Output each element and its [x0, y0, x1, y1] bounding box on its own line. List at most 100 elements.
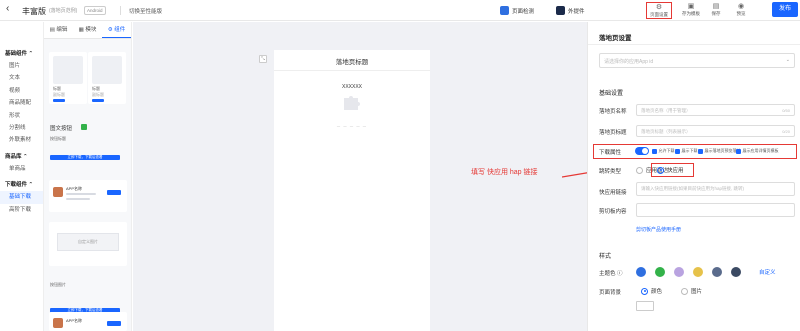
category-group-download[interactable]: 下载组件 ⌃ [0, 179, 43, 191]
custom-color-link[interactable]: 自定义 [759, 268, 776, 276]
placeholder-line [66, 193, 96, 195]
loading-placeholder: 一 一 一 一 一 [336, 125, 368, 129]
theme-color-swatch[interactable] [693, 267, 703, 277]
category-item-external[interactable]: 外联素材 [0, 134, 43, 146]
tab-component[interactable]: ⚙ 组件 [102, 22, 131, 38]
tab-module[interactable]: ▦ 模块 [73, 22, 102, 38]
tab-edit[interactable]: ▤ 编辑 [44, 22, 73, 38]
template-icon: ▣ [687, 3, 695, 10]
top-bar: ‹ 丰富版 (落地页范例) Android 切换至性能版 页面检测 外提件 ⚙ … [0, 0, 800, 21]
switch-version-link[interactable]: 切换至性能版 [129, 7, 162, 15]
title-divider [274, 70, 430, 71]
theme-color-swatch[interactable] [731, 267, 741, 277]
category-sidebar: 基础组件 ⌃ 图片 文本 视频 商品随配 形状 分割线 外联素材 商品库 ⌃ 单… [0, 22, 44, 331]
publish-button[interactable]: 发布 [772, 2, 798, 17]
app-subtitle: (落地页范例) [49, 8, 78, 14]
theme-color-swatch[interactable] [712, 267, 722, 277]
app-card-component[interactable]: APP名称 [49, 312, 127, 331]
os-tag: Android [84, 6, 106, 15]
section-subtitle: 按钮标题 [50, 136, 66, 141]
category-item-advanced-download[interactable]: 高阶下载 [0, 204, 43, 216]
app-avatar [53, 318, 63, 328]
app-name: 丰富版 [22, 7, 46, 16]
card-thumbnail [53, 56, 83, 84]
settings-panel: 落地页设置 请选择你的应用App id ⌄ 基础设置 落地页名称 落地页名称（用… [587, 22, 800, 331]
settings-divider [588, 44, 800, 45]
chevron-down-icon: ⌄ [785, 57, 790, 63]
style-heading: 样式 [599, 254, 612, 260]
download-option[interactable]: 展示下载 [675, 148, 698, 154]
save-button[interactable]: ▤ 保存 [703, 2, 729, 19]
theme-color-swatch[interactable] [674, 267, 684, 277]
placeholder-line [66, 198, 90, 200]
app-card-component[interactable]: APP名称 [49, 180, 127, 212]
category-item-image[interactable]: 图片 [0, 60, 43, 72]
quick-app-link-label: 快应用链接 [599, 190, 627, 196]
page-check-button[interactable]: 页面检测 [500, 3, 534, 18]
landing-page-title: 落地页标题 [335, 59, 369, 66]
category-item-single-product[interactable]: 单商品 [0, 163, 43, 175]
custom-image-component[interactable]: 自定义图片 [49, 222, 127, 266]
external-plugin-label: 外提件 [568, 8, 585, 15]
app-id-select[interactable]: 请选择你的应用App id ⌄ [599, 53, 795, 68]
component-panel: ▤ 编辑 ▦ 模块 ⚙ 组件 标题 副标题 标题 副标题 图文按钮 按钮标题 立… [44, 22, 132, 331]
bg-color-radio[interactable]: 颜色 [641, 287, 662, 295]
quick-app-link-input[interactable]: 请输入快应用链接(如果目前快应用为hap链接, 跳转) [636, 182, 795, 196]
component-card[interactable]: 标题 副标题 [88, 52, 126, 104]
external-plugin-button[interactable]: 外提件 [556, 3, 585, 18]
app-avatar [53, 187, 63, 197]
annotation-text: 填写 快应用 hap 链接 [471, 169, 538, 176]
category-item-text[interactable]: 文本 [0, 72, 43, 84]
bg-image-radio[interactable]: 图片 [681, 287, 702, 295]
category-item-shape[interactable]: 形状 [0, 110, 43, 122]
download-option[interactable]: 允许下载 [652, 148, 675, 154]
category-group-product-lib[interactable]: 商品库 ⌃ [0, 151, 43, 163]
ps-app-icon [556, 6, 565, 15]
card-mini-button [53, 99, 65, 102]
divider [120, 6, 121, 15]
app-name-label: APP名称 [66, 186, 83, 191]
gear-icon: ⚙ [655, 4, 663, 11]
theme-color-swatch[interactable] [655, 267, 665, 277]
download-option[interactable]: 展示落地页预览落地 [698, 148, 741, 154]
category-item-video[interactable]: 视频 [0, 85, 43, 97]
download-toggle[interactable] [635, 147, 649, 155]
page-settings-label: 页面设置 [650, 12, 668, 17]
image-button-component[interactable]: 图文按钮 按钮标题 立即下载，下载后查看 [49, 122, 127, 166]
card-mini-button [92, 99, 104, 102]
card-thumbnail [92, 56, 122, 84]
eye-icon: ◉ [737, 3, 745, 10]
phone-preview[interactable]: 落地页标题 XXXXXX 一 一 一 一 一 [274, 50, 430, 331]
image-placeholder: 自定义图片 [57, 233, 119, 251]
save-template-button[interactable]: ▣ 存为模板 [678, 2, 704, 19]
shield-check-icon [500, 6, 509, 15]
save-icon: ▤ [712, 3, 720, 10]
category-item-divider[interactable]: 分割线 [0, 122, 43, 134]
page-name-input[interactable]: 落地页名称（用于管理） 0/50 [636, 104, 795, 116]
category-item-product[interactable]: 商品随配 [0, 97, 43, 109]
component-card[interactable]: 标题 副标题 [49, 52, 87, 104]
char-count: 0/50 [782, 108, 790, 113]
clipboard-manual-link[interactable]: 剪切板产品使用手册 [636, 226, 681, 233]
download-option[interactable]: 展示应用详情页模板 [736, 148, 779, 154]
preview-button[interactable]: ◉ 预览 [728, 2, 754, 19]
panel-tabs: ▤ 编辑 ▦ 模块 ⚙ 组件 [44, 22, 131, 39]
download-bar: 立即下载，下载后查看 [50, 155, 120, 160]
collapse-icon[interactable]: ⤡ [259, 55, 267, 63]
clipboard-input[interactable] [636, 203, 795, 217]
page-check-label: 页面检测 [512, 8, 535, 15]
page-settings-button[interactable]: ⚙ 页面设置 [646, 2, 672, 19]
placeholder-text: XXXXXX [341, 84, 362, 90]
bg-color-swatch[interactable] [636, 301, 654, 311]
card-subtitle: 副标题 [53, 92, 65, 97]
download-attr-label: 下载属性 [599, 150, 622, 156]
page-title-input[interactable]: 落地页标题（列表展示） 0/20 [636, 125, 795, 137]
category-item-basic-download[interactable]: 基础下载 [0, 191, 43, 204]
section-title: 图文按钮 [50, 126, 73, 132]
jump-quick-app-radio[interactable]: 快应用 [657, 166, 684, 174]
save-label: 保存 [711, 11, 721, 16]
category-group-basic[interactable]: 基础组件 ⌃ [0, 48, 43, 60]
app-download-button [107, 321, 121, 326]
back-arrow-icon[interactable]: ‹ [6, 3, 9, 14]
theme-color-swatch[interactable] [636, 267, 646, 277]
